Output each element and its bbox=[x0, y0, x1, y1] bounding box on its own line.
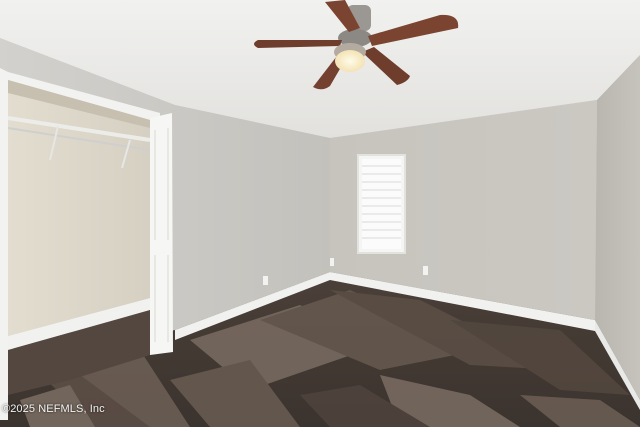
bifold-door bbox=[150, 113, 173, 355]
bedroom-photo: ©2025 NEFMLS, Inc bbox=[0, 0, 640, 427]
fan-light-bulb bbox=[335, 50, 365, 72]
wall-outlet bbox=[330, 258, 334, 266]
window bbox=[357, 154, 406, 254]
photo-watermark: ©2025 NEFMLS, Inc bbox=[2, 403, 105, 415]
wall-outlet bbox=[263, 276, 268, 285]
wall-outlet bbox=[423, 266, 428, 275]
window-glass bbox=[362, 159, 401, 249]
